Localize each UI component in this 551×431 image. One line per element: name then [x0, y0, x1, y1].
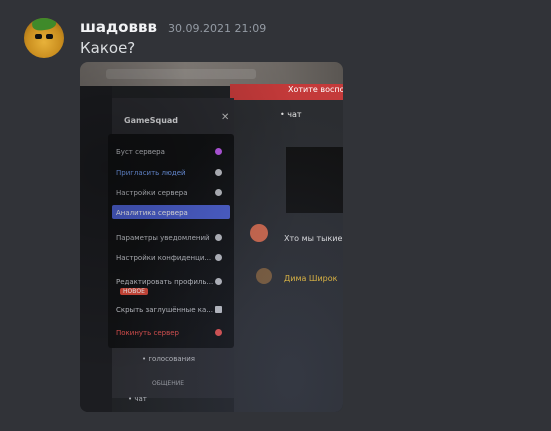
- photo-menu-item: Буст сервера: [116, 148, 165, 156]
- photo-banner-text: Хотите восполь: [288, 85, 343, 94]
- photo-menu-item: Пригласить людей: [116, 169, 186, 177]
- photo-server-name: GameSquad: [124, 116, 179, 125]
- invite-icon: [215, 169, 222, 176]
- image-attachment[interactable]: Хотите восполь GameSquad ✕ • чат Буст се…: [80, 62, 343, 412]
- photo-menu-item: Покинуть сервер: [116, 329, 179, 337]
- shield-icon: [215, 254, 222, 261]
- photo-new-badge: НОВОЕ: [120, 288, 148, 295]
- message-timestamp[interactable]: 30.09.2021 21:09: [168, 22, 266, 35]
- photo-chat-line: Дима Широк: [284, 274, 338, 283]
- photo-menu-item: Параметры уведомлений: [116, 234, 210, 242]
- photo-menu-item: Скрыть заглушённые ка...: [116, 306, 213, 314]
- photo-text-channel: • чат: [128, 395, 147, 403]
- photo-category: ОБЩЕНИЕ: [152, 380, 184, 387]
- photo-close-icon: ✕: [221, 112, 230, 123]
- sunglasses-icon: [35, 34, 53, 42]
- author-name[interactable]: шадоввв: [80, 18, 157, 36]
- photo-user-avatar: [250, 224, 268, 242]
- checkbox-icon: [215, 306, 222, 313]
- photo-menu-item: Редактировать профиль...: [116, 278, 214, 286]
- photo-browser-bar: [80, 62, 343, 86]
- user-avatar[interactable]: [24, 18, 64, 58]
- photo-user-avatar: [256, 268, 272, 284]
- bell-icon: [215, 234, 222, 241]
- message-content: Какое?: [80, 39, 136, 57]
- pencil-icon: [215, 278, 222, 285]
- boost-icon: [215, 148, 222, 155]
- pineapple-avatar-icon: [31, 18, 57, 32]
- photo-menu-item: Настройки конфиденци...: [116, 254, 212, 262]
- photo-voice-channel: • голосования: [142, 355, 195, 363]
- photo-channel-header: • чат: [280, 110, 302, 119]
- photo-menu-item: Настройки сервера: [116, 189, 188, 197]
- photo-chat-line: Хто мы тыкие: [284, 234, 343, 243]
- chat-message: шадоввв 30.09.2021 21:09 Какое? Хотите в…: [0, 0, 551, 431]
- leave-icon: [215, 329, 222, 336]
- photo-menu-item: Аналитика сервера: [116, 209, 188, 217]
- message-header: шадоввв 30.09.2021 21:09: [80, 17, 266, 36]
- gear-icon: [215, 189, 222, 196]
- photo-embed: [286, 147, 343, 213]
